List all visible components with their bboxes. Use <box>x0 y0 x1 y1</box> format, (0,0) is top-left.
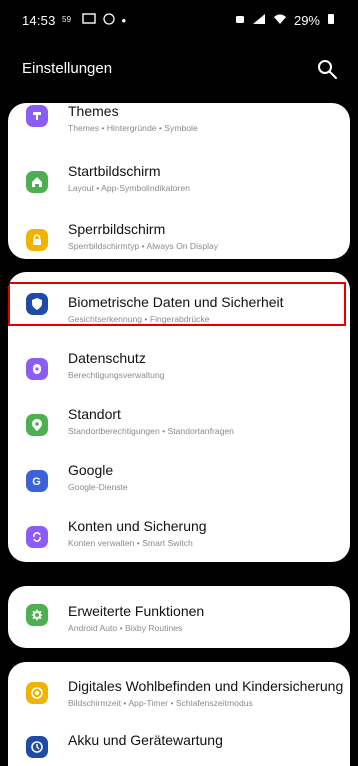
svg-text:59: 59 <box>62 15 72 24</box>
status-left: 14:53 59 • <box>22 13 126 28</box>
settings-item-title: Google <box>68 462 114 478</box>
status-time: 14:53 <box>22 13 56 28</box>
settings-item-sperrbildschirm[interactable]: Sperrbildschirm Sperrbildschirmtyp • Alw… <box>8 215 350 259</box>
settings-item-title: Biometrische Daten und Sicherheit <box>68 294 284 310</box>
settings-item-subtitle: Konten verwalten • Smart Switch <box>68 538 193 548</box>
settings-item-title: Digitales Wohlbefinden und Kindersicheru… <box>68 678 344 694</box>
settings-card-security: Biometrische Daten und Sicherheit Gesich… <box>8 272 350 562</box>
settings-item-biometrie[interactable]: Biometrische Daten und Sicherheit Gesich… <box>8 282 350 340</box>
themes-icon <box>26 105 48 127</box>
search-icon <box>318 60 337 79</box>
battery-care-icon <box>26 736 48 758</box>
settings-item-subtitle: Android Auto • Bixby Routines <box>68 623 183 633</box>
settings-item-title: Konten und Sicherung <box>68 518 207 534</box>
settings-item-title: Erweiterte Funktionen <box>68 603 205 619</box>
wifi-icon <box>272 13 288 28</box>
settings-header: Einstellungen <box>0 50 358 90</box>
settings-item-title: Startbildschirm <box>68 163 161 179</box>
settings-item-title: Akku und Gerätewartung <box>68 732 223 748</box>
settings-item-datenschutz[interactable]: Datenschutz Berechtigungsverwaltung <box>8 344 350 402</box>
accounts-icon <box>26 526 48 548</box>
settings-item-title: Standort <box>68 406 121 422</box>
battery-icon <box>326 13 336 28</box>
settings-item-subtitle: Gesichtserkennung • Fingerabdrücke <box>68 314 210 324</box>
settings-item-akku[interactable]: Akku und Gerätewartung <box>8 720 350 766</box>
page-title: Einstellungen <box>22 60 113 77</box>
home-icon <box>26 171 48 193</box>
lock-icon <box>26 229 48 251</box>
location-icon <box>26 414 48 436</box>
settings-item-themes[interactable]: Themes Themes • Hintergründe • Symbole <box>8 103 350 161</box>
status-right: 29% <box>234 13 336 28</box>
battery-percent: 29% <box>293 13 320 28</box>
settings-item-standort[interactable]: Standort Standortberechtigungen • Stando… <box>8 400 350 458</box>
privacy-icon <box>26 358 48 380</box>
settings-item-title: Datenschutz <box>68 350 146 366</box>
screen-icon <box>81 13 96 28</box>
settings-item-google[interactable]: G Google Google-Dienste <box>8 456 350 514</box>
search-button[interactable] <box>316 58 338 80</box>
settings-item-subtitle: Bildschirmzeit • App-Timer • Schlafensze… <box>68 698 253 708</box>
settings-item-subtitle: Sperrbildschirmtyp • Always On Display <box>68 241 219 251</box>
google-icon: G <box>26 470 48 492</box>
wellbeing-icon <box>26 682 48 704</box>
svg-text:G: G <box>32 476 41 488</box>
data-speed-icon: 59 <box>62 13 76 28</box>
settings-item-konten[interactable]: Konten und Sicherung Konten verwalten • … <box>8 512 350 562</box>
signal-icon <box>252 13 266 28</box>
settings-card-advanced: Erweiterte Funktionen Android Auto • Bix… <box>8 586 350 648</box>
dot-icon: • <box>121 13 127 28</box>
settings-item-subtitle: Layout • App-Symbolindikatoren <box>68 183 190 193</box>
settings-item-erweitert[interactable]: Erweiterte Funktionen Android Auto • Bix… <box>8 586 350 644</box>
advanced-icon <box>26 604 48 626</box>
settings-item-title: Themes <box>68 103 119 119</box>
settings-item-title: Sperrbildschirm <box>68 221 166 237</box>
status-bar: 14:53 59 • 29% <box>0 0 358 40</box>
settings-item-startbildschirm[interactable]: Startbildschirm Layout • App-Symbolindik… <box>8 157 350 215</box>
alarm-icon <box>234 13 246 28</box>
settings-item-subtitle: Google-Dienste <box>68 482 128 492</box>
settings-card-wellbeing: Digitales Wohlbefinden und Kindersicheru… <box>8 662 350 766</box>
settings-card-display: Themes Themes • Hintergründe • Symbole S… <box>8 103 350 259</box>
settings-item-wohlbefinden[interactable]: Digitales Wohlbefinden und Kindersicheru… <box>8 662 350 720</box>
settings-item-subtitle: Berechtigungsverwaltung <box>68 370 165 380</box>
settings-item-subtitle: Themes • Hintergründe • Symbole <box>68 123 198 133</box>
shield-icon <box>26 293 48 315</box>
settings-item-subtitle: Standortberechtigungen • Standortanfrage… <box>68 426 234 436</box>
notification-icon <box>102 13 116 28</box>
